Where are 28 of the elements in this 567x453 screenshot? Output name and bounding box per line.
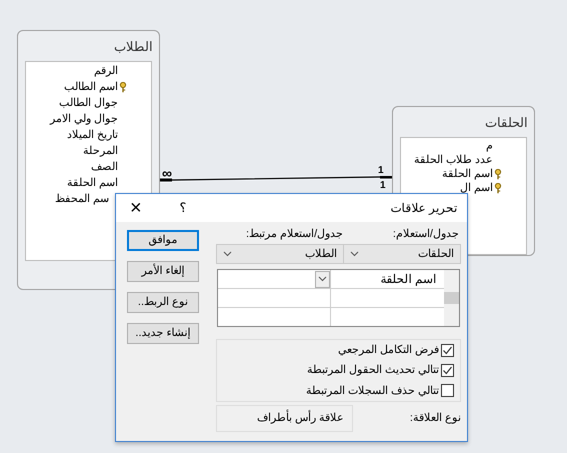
field-name: جوال الطالب xyxy=(58,98,118,109)
field-name: اسم ال xyxy=(460,183,493,194)
one-marker: 1 xyxy=(380,181,386,191)
field-label: جدول/استعلام مرتبط: xyxy=(246,226,344,242)
field-name: عدد طلاب الحلقة xyxy=(414,155,493,166)
field-name: اسم الطالب xyxy=(64,82,118,93)
field-name: اسم الحلقة xyxy=(442,169,493,180)
relation-type-field: علاقة رأس بأطراف xyxy=(216,404,353,432)
table-title: الحلقات xyxy=(485,114,528,132)
dropdown-value: الحلقات xyxy=(418,246,454,262)
field-name: الرقم xyxy=(94,66,118,77)
field-name: سم المحفظ xyxy=(54,194,109,205)
option-label: فرض التكامل المرجعي xyxy=(338,342,439,358)
field-label: جدول/استعلام: xyxy=(392,226,459,242)
field-name: اسم الحلقة xyxy=(66,178,118,189)
dropdown-value: الطلاب xyxy=(305,246,337,262)
one-marker: 1 xyxy=(378,166,384,176)
field-name: م xyxy=(486,141,493,152)
table-title: الطلاب xyxy=(114,38,153,56)
option-label: تتالي حذف السجلات المرتبطة xyxy=(306,384,439,399)
field-name: الصف xyxy=(91,162,118,173)
field-name: المرحلة xyxy=(83,146,118,157)
field-name: تاريخ الميلاد xyxy=(66,130,118,141)
field-label: نوع العلاقة: xyxy=(410,410,461,426)
many-marker: ∞ xyxy=(162,167,172,179)
option-label: تتالي تحديث الحقول المرتبطة xyxy=(306,363,439,378)
dialog-title: تحرير علاقات xyxy=(390,200,457,217)
field-name: جوال ولي الامر xyxy=(50,114,118,125)
